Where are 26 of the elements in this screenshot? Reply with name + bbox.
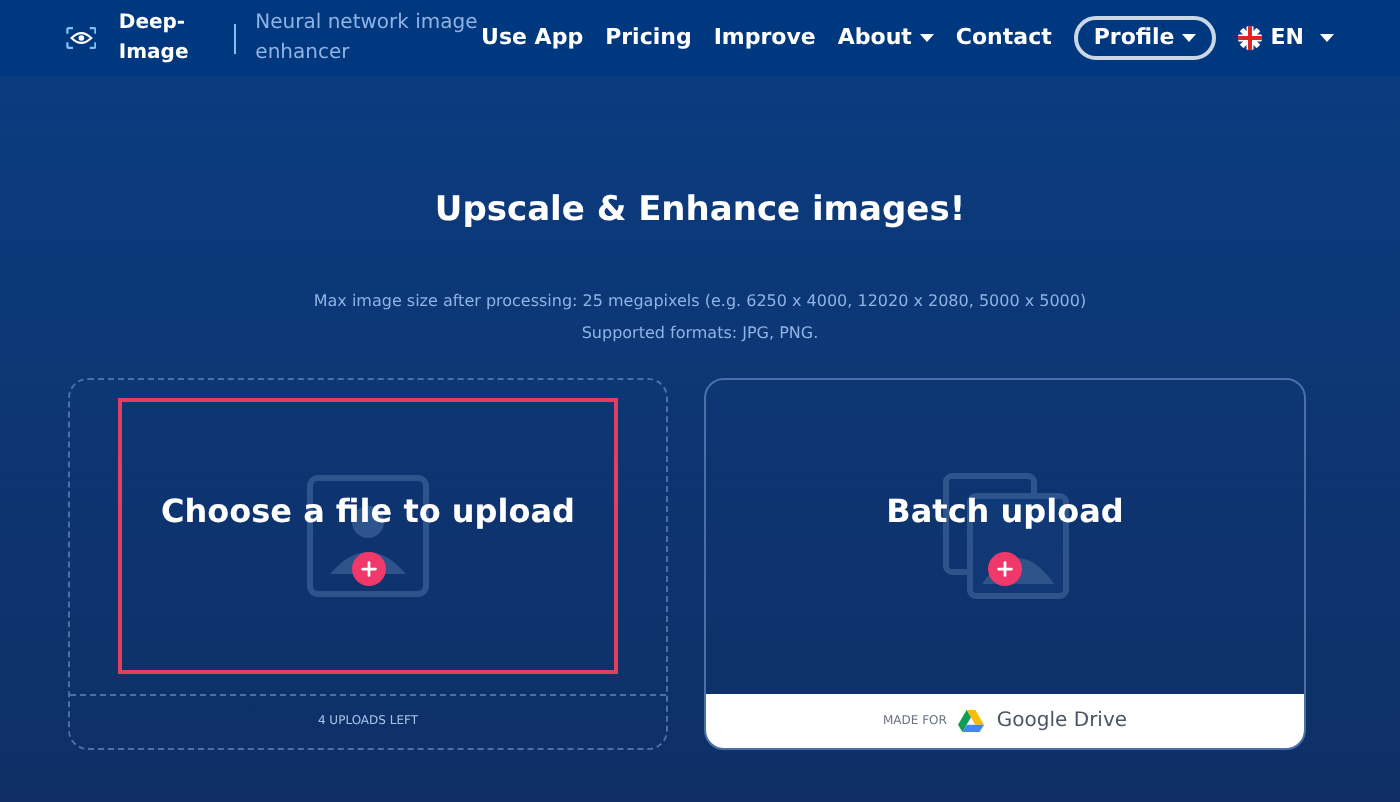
page-title: Upscale & Enhance images! — [432, 188, 968, 234]
google-drive-label: Google Drive — [996, 707, 1128, 735]
plus-icon — [994, 557, 1016, 579]
info-text: Max image size after processing: 25 megapixels (e.g. 6250 x 4000, 12020 x 2080, 5000 x 5000) — [313, 289, 1087, 313]
nav-dropdown[interactable]: About — [837, 21, 934, 55]
info-text: Supported formats: JPG, PNG. — [581, 321, 819, 345]
caret-icon — [1182, 34, 1197, 42]
drive-logo-icon — [958, 709, 985, 731]
brand-name: Deep-Image — [118, 10, 191, 68]
add-button[interactable] — [988, 551, 1022, 585]
nav-link[interactable]: Use App — [481, 21, 584, 55]
flag-icon — [1238, 26, 1263, 50]
nav-link[interactable]: Contact — [955, 21, 1052, 55]
nav-link[interactable]: Improve — [713, 21, 816, 55]
drop-zone[interactable]: Choose a file to upload — [118, 398, 618, 674]
tagline: Neural network image enhancer — [255, 10, 480, 68]
nav-link[interactable]: Pricing — [605, 21, 692, 55]
language-selector[interactable]: EN — [1238, 21, 1335, 55]
profile-button[interactable]: Profile — [1073, 15, 1217, 61]
upload-heading: Choose a file to upload — [161, 489, 575, 533]
batch-heading: Batch upload — [886, 489, 1124, 533]
plus-icon — [357, 557, 379, 579]
eye-logo-icon — [66, 22, 97, 54]
add-button[interactable] — [351, 551, 385, 585]
caret-icon — [919, 34, 934, 42]
caret-icon — [1320, 34, 1335, 42]
